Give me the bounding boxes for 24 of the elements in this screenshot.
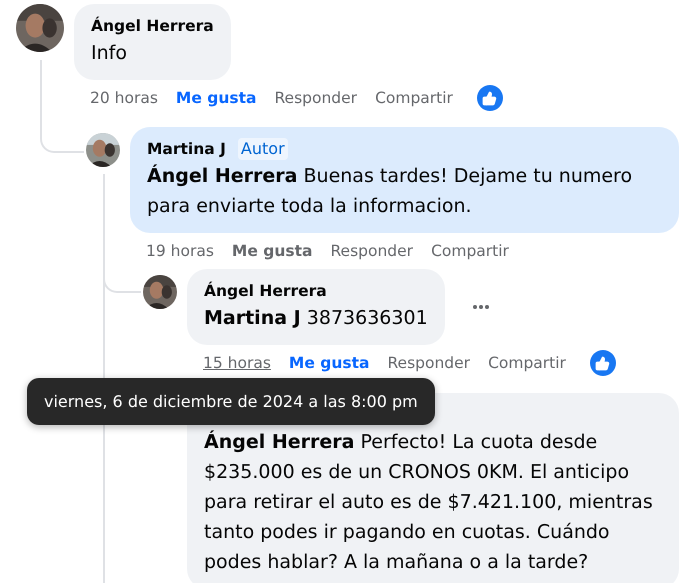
comment-text: Info [91, 41, 128, 66]
comment-text: Martina J 3873636301 [204, 306, 428, 331]
reply-button[interactable]: Responder [330, 242, 414, 260]
share-button[interactable]: Compartir [431, 242, 509, 260]
author-name[interactable]: Ángel Herrera [204, 279, 327, 303]
timestamp-link[interactable]: 19 horas [146, 242, 214, 260]
share-button[interactable]: Compartir [488, 354, 566, 372]
thumbs-up-icon[interactable] [590, 350, 616, 376]
author-name[interactable]: Martina J [147, 137, 226, 161]
author-name[interactable]: Ángel Herrera [91, 14, 214, 38]
comment-text: Ángel Herrera Buenas tardes! Dejame tu numero para enviarte toda la informacion. [147, 163, 634, 219]
reply-button[interactable]: Responder [387, 354, 470, 372]
timestamp-link[interactable]: 20 horas [90, 89, 158, 107]
like-button[interactable]: Me gusta [232, 242, 312, 260]
more-icon [472, 305, 489, 309]
author-badge: Autor [238, 138, 288, 160]
thumbs-up-icon[interactable] [476, 85, 503, 111]
share-button[interactable]: Compartir [375, 89, 453, 107]
like-button[interactable]: Me gusta [288, 354, 370, 372]
like-button[interactable]: Me gusta [176, 89, 256, 107]
timestamp-tooltip: viernes, 6 de diciembre de 2024 a las 8:00 pm [27, 378, 435, 425]
comment-text: Ángel Herrera Perfecto! La cuota desde $235.000 es de un CRONOS 0KM. El anticipo para retirar el auto es de $7.421.100, mientras tanto podes ir pagando en cuotas. Cuándo podes hablar? A la mañana o a la tarde? [204, 429, 654, 575]
timestamp-link[interactable]: 15 horas [203, 354, 271, 372]
reply-button[interactable]: Responder [274, 89, 358, 107]
